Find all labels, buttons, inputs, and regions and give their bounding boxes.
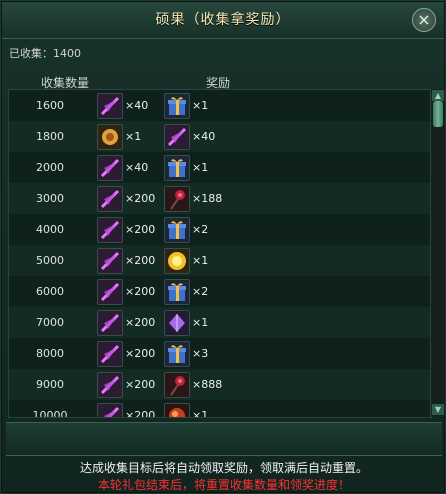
- reward-quantity: ×1: [192, 316, 209, 329]
- reward-quantity: ×3: [192, 347, 209, 360]
- reward-quantity: ×200: [125, 223, 156, 236]
- reward-quantity: ×200: [125, 254, 156, 267]
- reward-quantity: ×40: [125, 99, 149, 112]
- collect-count: 7000: [36, 316, 64, 329]
- list-item: 8000 ×200 ×3: [9, 338, 431, 369]
- collect-count: 1800: [36, 130, 64, 143]
- list-item: 9000 ×200 ×888: [9, 369, 431, 400]
- collect-count: 1600: [36, 99, 64, 112]
- list-item: 5000 ×200 ×1: [9, 245, 431, 276]
- reward-quantity: ×888: [192, 378, 223, 391]
- list-item: 6000 ×200 ×2: [9, 276, 431, 307]
- gold-medal-icon[interactable]: [97, 124, 123, 150]
- reward-quantity: ×188: [192, 192, 223, 205]
- reward-quantity: ×1: [192, 161, 209, 174]
- collect-count: 5000: [36, 254, 64, 267]
- reward-quantity: ×1: [125, 130, 142, 143]
- reward-quantity: ×200: [125, 409, 156, 418]
- collect-count: 9000: [36, 378, 64, 391]
- purple-feather-icon[interactable]: [97, 372, 123, 398]
- purple-feather-icon[interactable]: [97, 341, 123, 367]
- gift-box-icon[interactable]: [164, 155, 190, 181]
- list-item: 1800 ×1 ×40: [9, 121, 431, 152]
- collect-count: 10000: [32, 409, 68, 418]
- notice-auto-claim: 达成收集目标后将自动领取奖励，领取满后自动重置。: [79, 461, 368, 475]
- collect-count: 2000: [36, 161, 64, 174]
- gift-box-icon[interactable]: [164, 279, 190, 305]
- collected-count: 已收集：1400: [9, 47, 81, 60]
- purple-feather-icon[interactable]: [97, 310, 123, 336]
- red-orb-icon[interactable]: [164, 403, 190, 417]
- notice-reset-warning: 本轮礼包结束后，将重置收集数量和领奖进度！: [97, 478, 350, 492]
- collect-count: 6000: [36, 285, 64, 298]
- title-bar: 硕果（收集拿奖励） ×: [2, 2, 444, 39]
- scroll-up-arrow-icon[interactable]: ▲: [432, 90, 444, 101]
- window-title: 硕果（收集拿奖励）: [155, 12, 291, 28]
- gold-burst-icon[interactable]: [164, 248, 190, 274]
- collect-count: 3000: [36, 192, 64, 205]
- reward-quantity: ×1: [192, 409, 209, 418]
- reward-quantity: ×40: [192, 130, 216, 143]
- scroll-thumb[interactable]: [433, 101, 443, 127]
- purple-feather-icon[interactable]: [97, 186, 123, 212]
- reward-quantity: ×200: [125, 347, 156, 360]
- reward-quantity: ×40: [125, 161, 149, 174]
- collect-count: 8000: [36, 347, 64, 360]
- red-flower-staff-icon[interactable]: [164, 372, 190, 398]
- purple-feather-icon[interactable]: [97, 155, 123, 181]
- list-item: 7000 ×200 ×1: [9, 307, 431, 338]
- reward-quantity: ×1: [192, 99, 209, 112]
- purple-feather-icon[interactable]: [97, 279, 123, 305]
- purple-feather-icon[interactable]: [97, 403, 123, 417]
- purple-feather-icon[interactable]: [97, 248, 123, 274]
- gift-box-icon[interactable]: [164, 93, 190, 119]
- list-item: 4000 ×200 ×2: [9, 214, 431, 245]
- reward-quantity: ×1: [192, 254, 209, 267]
- reward-window: 硕果（收集拿奖励） × 已收集：1400 收集数量 奖励 1600 ×40 ×1 18…: [0, 0, 446, 494]
- purple-crystal-icon[interactable]: [164, 310, 190, 336]
- list-item: 1600 ×40 ×1: [9, 90, 431, 121]
- scrollbar[interactable]: ▲ ▼: [430, 89, 445, 416]
- close-button[interactable]: ×: [412, 8, 436, 32]
- reward-list[interactable]: 1600 ×40 ×1 1800 ×1 ×40 2000 ×40 ×1 3000 ×200 ×188 4…: [8, 89, 432, 418]
- reward-quantity: ×200: [125, 285, 156, 298]
- collect-count: 4000: [36, 223, 64, 236]
- reward-quantity: ×200: [125, 192, 156, 205]
- purple-feather-icon[interactable]: [97, 217, 123, 243]
- list-item: 3000 ×200 ×188: [9, 183, 431, 214]
- purple-feather-icon[interactable]: [164, 124, 190, 150]
- purple-feather-icon[interactable]: [97, 93, 123, 119]
- gift-box-icon[interactable]: [164, 341, 190, 367]
- list-item: 2000 ×40 ×1: [9, 152, 431, 183]
- reward-quantity: ×2: [192, 285, 209, 298]
- red-flower-staff-icon[interactable]: [164, 186, 190, 212]
- reward-quantity: ×200: [125, 378, 156, 391]
- decorative-band: [6, 422, 442, 456]
- reward-quantity: ×2: [192, 223, 209, 236]
- gift-box-icon[interactable]: [164, 217, 190, 243]
- scroll-down-arrow-icon[interactable]: ▼: [432, 404, 444, 415]
- reward-quantity: ×200: [125, 316, 156, 329]
- list-item: 10000 ×200 ×1: [9, 400, 431, 418]
